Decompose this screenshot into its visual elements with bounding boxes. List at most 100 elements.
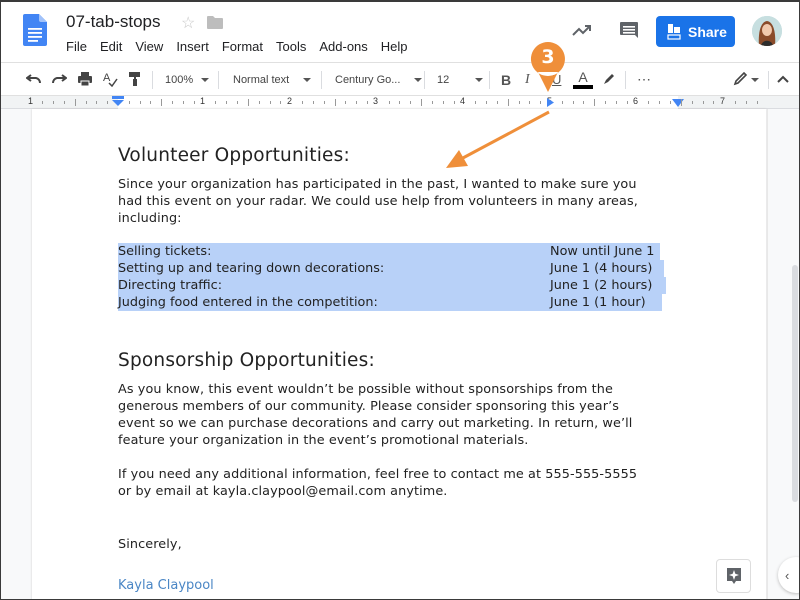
ruler-tick [107,101,109,104]
text-line: event so we can purchase decorations and… [118,416,633,431]
more-options-button[interactable]: ⋯ [637,63,652,96]
menu-file[interactable]: File [66,39,87,54]
explore-sparkle-icon [726,568,741,584]
ruler-tick [312,101,314,104]
ruler-tick [431,101,433,104]
activity-trend-icon[interactable] [572,22,592,38]
ruler-tick [561,101,563,104]
menu-tools[interactable]: Tools [276,39,306,54]
ruler-tick [410,101,412,104]
tab-row-selected[interactable]: Selling tickets: Now until June 1 [118,243,660,260]
tab-row-task: Judging food entered in the competition: [118,295,378,310]
tab-row-selected[interactable]: Judging food entered in the competition:… [118,294,662,311]
menu-insert[interactable]: Insert [176,39,209,54]
menu-help[interactable]: Help [381,39,408,54]
ruler-tick [605,101,607,104]
paragraph-intro[interactable]: Since your organization has participated… [118,176,638,227]
chevron-left-icon: ‹ [785,567,790,583]
menu-view[interactable]: View [135,39,163,54]
tab-row-when: June 1 (1 hour) [550,295,646,310]
document-page[interactable]: Volunteer Opportunities: Since your orga… [32,109,766,599]
menu-bar: File Edit View Insert Format Tools Add-o… [66,39,421,54]
ruler-tick [421,99,423,106]
comment-icon[interactable] [619,21,639,41]
horizontal-ruler[interactable]: 1 1 2 3 4 5 6 7 [1,95,799,109]
ruler-tick [745,101,747,104]
ruler-tick [193,101,195,104]
ruler-tick [594,99,596,106]
tab-row-when: June 1 (4 hours) [550,261,653,276]
paragraph-style-select[interactable]: Normal text [233,63,312,96]
font-select[interactable]: Century Go... [335,63,423,96]
scrollbar-thumb[interactable] [792,265,798,502]
tab-row-selected[interactable]: Directing traffic: June 1 (2 hours) [118,277,666,294]
menu-add-ons[interactable]: Add-ons [319,39,367,54]
ruler-tick [302,101,304,104]
paragraph-sponsorship[interactable]: As you know, this event wouldn’t be poss… [118,381,632,449]
right-tab-stop-marker-icon[interactable] [547,98,555,107]
svg-text:A: A [103,72,111,84]
ruler-tick [42,101,44,104]
italic-button[interactable]: I [525,63,530,96]
chevron-down-icon [201,77,210,82]
chevron-down-icon[interactable] [751,78,759,82]
docs-logo-icon[interactable] [23,14,47,46]
text-line: including: [118,211,182,226]
highlight-color-icon[interactable] [602,72,616,86]
toolbar-separator [218,71,219,89]
heading-volunteer[interactable]: Volunteer Opportunities: [118,145,350,166]
ruler-tick [96,101,98,104]
ruler-tick [182,101,184,104]
share-people-icon [667,23,681,40]
text-color-glyph: A [578,69,588,85]
chevron-down-icon [414,77,423,82]
ruler-number: 7 [720,96,726,106]
toolbar-separator [321,71,322,89]
ruler-tick [756,101,758,104]
menu-edit[interactable]: Edit [100,39,122,54]
paint-format-icon[interactable] [128,71,142,87]
vertical-scrollbar[interactable] [767,109,799,599]
left-indent-marker-icon[interactable] [111,96,125,107]
explore-button[interactable] [716,559,751,593]
ruler-number: 2 [287,96,293,106]
text-color-button[interactable]: A [573,63,593,96]
ruler-tick [453,101,455,104]
zoom-select[interactable]: 100% [165,63,210,96]
ruler-tick [237,101,239,104]
text-line: If you need any additional information, … [118,467,638,482]
ruler-tick [150,101,152,104]
ruler-tick [399,101,401,104]
folder-icon[interactable] [207,16,223,29]
menu-format[interactable]: Format [222,39,263,54]
toolbar-separator [489,71,490,89]
ruler-tick [518,101,520,104]
print-icon[interactable] [77,71,93,87]
right-indent-marker-icon[interactable] [672,99,684,108]
closing-text[interactable]: Sincerely, [118,536,182,553]
paragraph-contact[interactable]: If you need any additional information, … [118,466,637,500]
zoom-value: 100% [165,73,194,86]
share-button[interactable]: Share [656,16,735,47]
star-icon[interactable]: ☆ [181,13,195,33]
tab-row-when: Now until June 1 [550,244,655,259]
ruler-tick [366,101,368,104]
bold-button[interactable]: B [501,63,511,96]
user-avatar[interactable] [752,16,782,46]
font-size-select[interactable]: 12 [437,63,484,96]
ruler-tick [247,99,249,106]
spellcheck-icon[interactable]: A [102,71,118,87]
undo-icon[interactable] [26,72,42,86]
formatting-toolbar: A 100% Normal text Century Go... 12 B I … [1,62,799,96]
signature-text[interactable]: Kayla Claypool [118,578,214,593]
tab-row-selected[interactable]: Setting up and tearing down decorations:… [118,260,664,277]
collapse-menus-chevron-up-icon[interactable] [776,74,790,84]
ruler-tick [680,99,682,106]
heading-sponsorship[interactable]: Sponsorship Opportunities: [118,350,375,371]
editing-mode-pencil-icon[interactable] [733,72,749,86]
document-title[interactable]: 07-tab-stops [66,12,161,32]
avatar-photo-icon [752,16,782,46]
chevron-down-icon [475,77,484,82]
redo-icon[interactable] [51,72,67,86]
google-docs-window: 07-tab-stops ☆ File Edit View Insert For… [0,0,800,600]
